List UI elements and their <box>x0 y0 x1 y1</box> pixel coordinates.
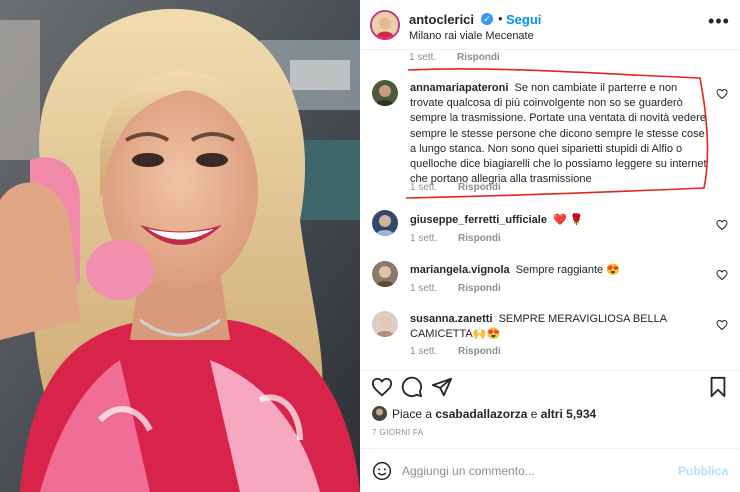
previous-comment-meta: 1 sett. Rispondi <box>409 52 500 63</box>
likes-prefix: Piace a <box>392 407 433 421</box>
smiley-icon[interactable] <box>372 461 392 481</box>
post-panel: antoclerici ✓ • Segui Milano rai viale M… <box>360 0 740 492</box>
comment-input[interactable] <box>402 459 672 483</box>
comment-like-heart-icon[interactable] <box>716 219 728 231</box>
post-image <box>0 0 360 492</box>
reply-button[interactable]: Rispondi <box>458 182 501 193</box>
comment-meta: 1 sett. Rispondi <box>410 233 519 244</box>
comment-body: annamariapateroni Se non cambiate il par… <box>410 81 710 187</box>
comment-body: susanna.zanetti SEMPRE MERAVIGLIOSA BELL… <box>410 312 710 342</box>
heart-outline-icon[interactable] <box>371 376 393 398</box>
comment-emoji: 🙌😍 <box>472 328 501 341</box>
commenter-avatar[interactable] <box>372 311 398 337</box>
comment-time: 1 sett. <box>409 52 437 63</box>
publish-button[interactable]: Pubblica <box>678 464 728 478</box>
liker-avatar <box>372 406 387 421</box>
comment-meta: 1 sett. Rispondi <box>410 283 519 294</box>
comment-body: giuseppe_ferretti_ufficiale ❤️ 🌹 <box>410 213 710 228</box>
comment-emoji: 😍 <box>606 264 620 276</box>
comment-emoji: ❤️ 🌹 <box>553 214 584 226</box>
author-username[interactable]: antoclerici <box>409 12 474 27</box>
post-header: antoclerici ✓ • Segui Milano rai viale M… <box>360 0 740 50</box>
post-action-bar <box>360 370 740 400</box>
commenter-avatar[interactable] <box>372 80 398 106</box>
comment-time: 1 sett. <box>410 283 438 294</box>
reply-button[interactable]: Rispondi <box>458 283 501 294</box>
add-comment-bar: Pubblica <box>360 448 740 492</box>
post-photo[interactable] <box>0 0 360 492</box>
comment-like-heart-icon[interactable] <box>716 88 728 100</box>
comment-bubble-icon[interactable] <box>401 376 423 398</box>
commenter-avatar[interactable] <box>372 261 398 287</box>
comment-meta: 1 sett. Rispondi <box>410 346 519 357</box>
likes-count[interactable]: altri 5,934 <box>541 407 596 421</box>
comment-username[interactable]: susanna.zanetti <box>410 313 493 325</box>
comment-time: 1 sett. <box>410 346 438 357</box>
comment-meta: 1 sett. Rispondi <box>410 182 519 193</box>
comment-text: Se non cambiate il parterre e non trovat… <box>410 82 707 186</box>
post-date[interactable]: 7 GIORNI FA <box>372 428 424 437</box>
reply-button[interactable]: Rispondi <box>458 233 501 244</box>
comment-username[interactable]: mariangela.vignola <box>410 264 510 276</box>
comment-text: Sempre raggiante <box>515 264 604 276</box>
comment-body: mariangela.vignola Sempre raggiante 😍 <box>410 263 710 278</box>
comment-time: 1 sett. <box>410 182 438 193</box>
likes-text: Piace a csabadallazorza e altri 5,934 <box>392 407 596 421</box>
commenter-avatar[interactable] <box>372 210 398 236</box>
paper-plane-icon[interactable] <box>431 376 453 398</box>
likes-user[interactable]: csabadallazorza <box>435 407 527 421</box>
verified-badge-icon: ✓ <box>481 13 493 25</box>
comment-like-heart-icon[interactable] <box>716 269 728 281</box>
reply-button[interactable]: Rispondi <box>457 52 500 63</box>
follow-button[interactable]: Segui <box>506 12 541 27</box>
post-location[interactable]: Milano rai viale Mecenate <box>409 30 534 42</box>
separator-dot: • <box>498 11 503 26</box>
bookmark-icon[interactable] <box>707 376 729 398</box>
comment-username[interactable]: annamariapateroni <box>410 82 508 94</box>
comment-like-heart-icon[interactable] <box>716 319 728 331</box>
comment-time: 1 sett. <box>410 233 438 244</box>
comment-username[interactable]: giuseppe_ferretti_ufficiale <box>410 214 547 226</box>
likes-joiner: e <box>530 407 538 421</box>
reply-button[interactable]: Rispondi <box>458 346 501 357</box>
author-avatar[interactable] <box>370 10 400 40</box>
more-options-icon[interactable]: ••• <box>708 10 730 32</box>
